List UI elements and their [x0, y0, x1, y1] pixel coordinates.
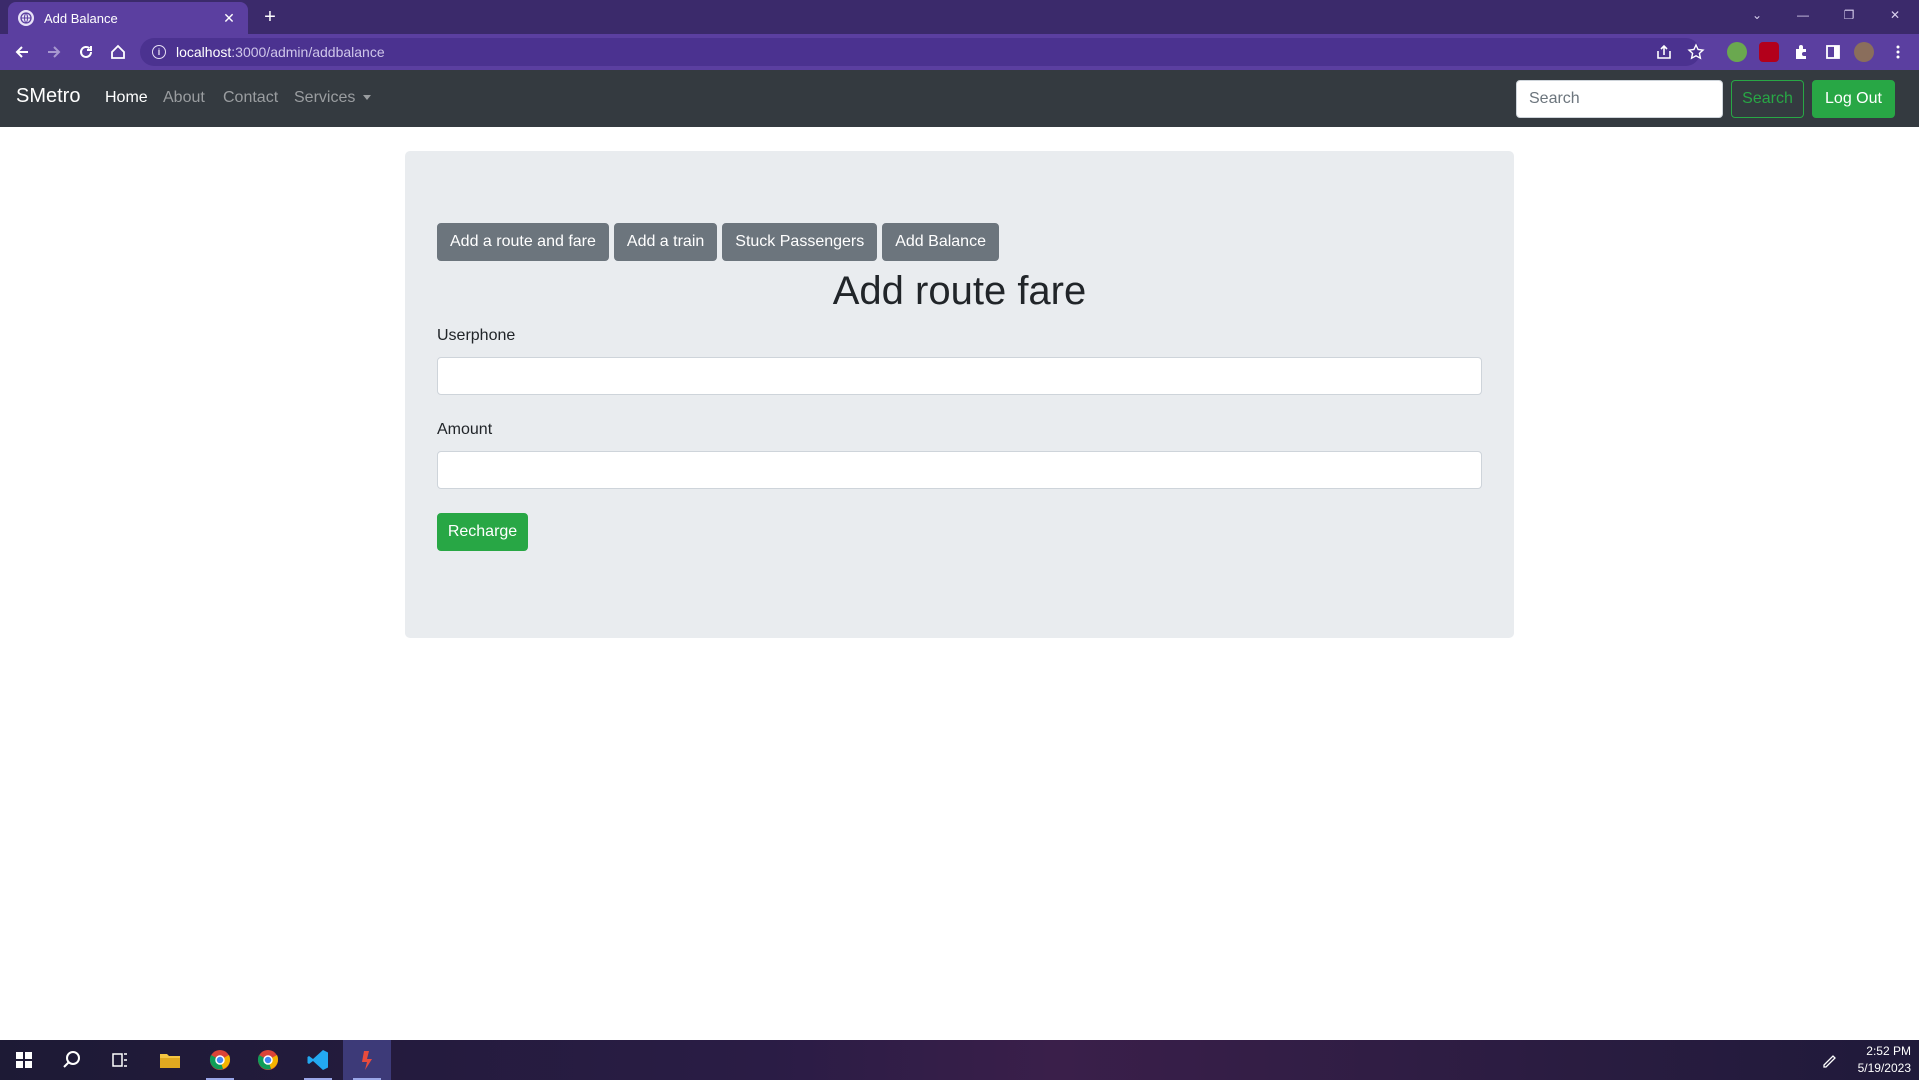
task-view-icon[interactable] — [96, 1040, 144, 1080]
back-icon[interactable] — [10, 40, 34, 64]
ublock-icon[interactable] — [1759, 42, 1779, 62]
nav-about[interactable]: About — [163, 89, 205, 107]
system-clock[interactable]: 2:52 PM 5/19/2023 — [1858, 1043, 1911, 1077]
tab-title: Add Balance — [44, 10, 118, 26]
extensions-puzzle-icon[interactable] — [1789, 40, 1813, 64]
home-icon[interactable] — [106, 40, 130, 64]
userphone-field[interactable] — [437, 357, 1482, 395]
extension-green-icon[interactable] — [1727, 42, 1747, 62]
stuck-passengers-button[interactable]: Stuck Passengers — [722, 223, 878, 261]
file-explorer-icon[interactable] — [146, 1040, 194, 1080]
chevron-down-icon — [363, 95, 372, 101]
restore-icon[interactable]: ❐ — [1826, 0, 1872, 30]
amount-label: Amount — [437, 421, 493, 438]
url-host: localhost — [176, 44, 232, 60]
chrome-profile-icon[interactable] — [196, 1040, 244, 1080]
site-navbar: SMetro Home About Contact Services Searc… — [0, 70, 1919, 127]
windows-start-icon[interactable] — [0, 1040, 48, 1080]
pen-icon[interactable] — [1814, 1040, 1844, 1080]
globe-icon — [18, 10, 34, 26]
page-title: Add route fare — [832, 269, 1087, 313]
url-path: :3000/admin/addbalance — [231, 44, 385, 60]
clock-date: 5/19/2023 — [1857, 1061, 1911, 1075]
close-window-icon[interactable]: ✕ — [1872, 0, 1918, 30]
menu-dots-icon[interactable] — [1886, 40, 1910, 64]
main-card: Add a route and fare Add a train Stuck P… — [405, 151, 1514, 638]
nav-services-label: Services — [294, 89, 356, 106]
address-bar[interactable]: i localhost:3000/admin/addbalance — [140, 38, 1700, 66]
share-icon[interactable] — [1652, 40, 1676, 64]
logout-button[interactable]: Log Out — [1812, 80, 1895, 118]
minimize-icon[interactable]: — — [1780, 0, 1826, 30]
side-panel-icon[interactable] — [1821, 40, 1845, 64]
clock-time: 2:52 PM — [1866, 1044, 1911, 1058]
nav-home[interactable]: Home — [105, 89, 148, 107]
close-tab-icon[interactable]: ✕ — [220, 9, 238, 27]
brand-logo[interactable]: SMetro — [16, 85, 80, 108]
forward-icon[interactable] — [42, 40, 66, 64]
profile-avatar[interactable] — [1854, 42, 1874, 62]
add-balance-button[interactable]: Add Balance — [882, 223, 999, 261]
bookmark-star-icon[interactable] — [1684, 40, 1708, 64]
add-train-button[interactable]: Add a train — [613, 223, 718, 261]
browser-tabstrip: Add Balance ✕ + ⌄ — ❐ ✕ — [0, 0, 1919, 34]
add-route-fare-button[interactable]: Add a route and fare — [437, 223, 609, 261]
site-info-icon[interactable]: i — [152, 45, 166, 59]
browser-toolbar: i localhost:3000/admin/addbalance — [0, 34, 1919, 70]
search-icon[interactable] — [48, 1040, 96, 1080]
nav-services-dropdown[interactable]: Services — [294, 89, 372, 107]
userphone-label: Userphone — [437, 327, 516, 344]
search-input[interactable] — [1516, 80, 1723, 118]
chrome-icon[interactable] — [244, 1040, 292, 1080]
new-tab-button[interactable]: + — [258, 5, 282, 29]
reload-icon[interactable] — [74, 40, 98, 64]
app-pinned-icon[interactable] — [343, 1040, 391, 1080]
windows-taskbar: 2:52 PM 5/19/2023 — [0, 1040, 1919, 1080]
recharge-button[interactable]: Recharge — [437, 513, 528, 551]
search-button[interactable]: Search — [1731, 80, 1804, 118]
nav-contact[interactable]: Contact — [223, 89, 278, 107]
admin-menu: Add a route and fare Add a train Stuck P… — [437, 223, 999, 261]
amount-field[interactable] — [437, 451, 1482, 489]
vscode-icon[interactable] — [294, 1040, 342, 1080]
browser-tab[interactable]: Add Balance ✕ — [8, 2, 248, 34]
tab-search-icon[interactable]: ⌄ — [1734, 0, 1780, 30]
